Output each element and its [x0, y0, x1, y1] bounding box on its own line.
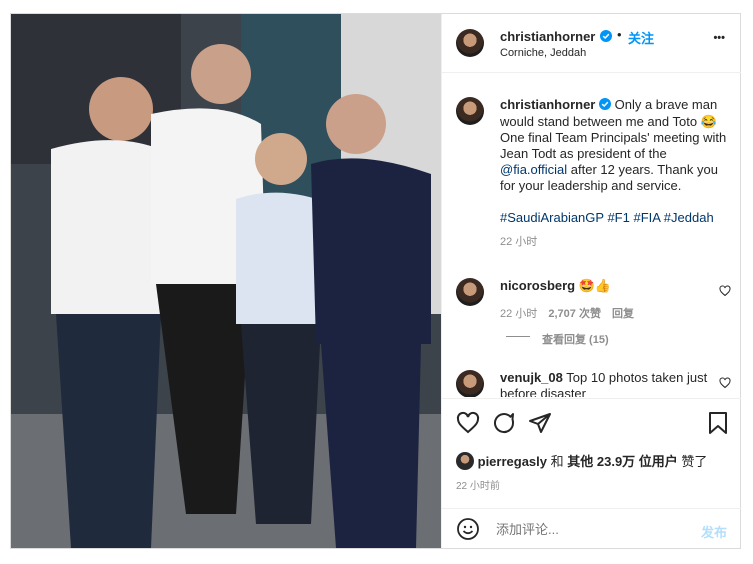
comment-avatar[interactable]	[456, 370, 484, 397]
caption-verified-icon	[598, 98, 611, 114]
view-replies-button[interactable]: 查看回复 (15)	[542, 331, 609, 347]
post-photo[interactable]	[11, 14, 441, 548]
comment-like-heart-icon[interactable]	[719, 376, 731, 394]
post-header: christianhorner • 关注 Corniche, Jeddah ••…	[442, 14, 741, 73]
comment-likes[interactable]: 2,707 次赞	[548, 308, 601, 320]
comment-username[interactable]: nicorosberg	[500, 278, 575, 293]
likes-others-button[interactable]: 其他 23.9万 位用户	[567, 454, 678, 469]
comment-avatar[interactable]	[456, 278, 484, 306]
add-comment-bar: 发布	[442, 508, 741, 549]
emoji-smiley-icon[interactable]	[456, 517, 480, 546]
post-location[interactable]: Corniche, Jeddah	[500, 47, 586, 59]
comment-item: venujk_08 Top 10 photos taken just befor…	[442, 367, 741, 397]
caption-avatar[interactable]	[456, 97, 484, 125]
bookmark-icon[interactable]	[707, 411, 729, 440]
like-heart-icon[interactable]	[456, 411, 480, 440]
author-username[interactable]: christianhorner	[500, 29, 595, 44]
comment-body: nicorosberg 🤩👍	[500, 278, 611, 294]
caption-block: christianhorner Only a brave man would s…	[442, 94, 741, 254]
post-side-panel: christianhorner • 关注 Corniche, Jeddah ••…	[441, 14, 741, 548]
caption-time: 22 小时	[500, 236, 538, 248]
post-comment-button[interactable]: 发布	[701, 522, 727, 541]
post-actions-section: pierregasly 和 其他 23.9万 位用户 赞了 22 小时前	[442, 398, 741, 509]
replies-divider	[506, 336, 530, 337]
comment-username[interactable]: venujk_08	[500, 370, 563, 385]
likes-summary: pierregasly 和 其他 23.9万 位用户 赞了	[456, 451, 707, 470]
liker-username[interactable]: pierregasly	[478, 454, 547, 469]
caption-text-block: christianhorner Only a brave man would s…	[500, 97, 732, 250]
comment-body: venujk_08 Top 10 photos taken just befor…	[500, 370, 716, 397]
follow-button[interactable]: 关注	[628, 28, 654, 47]
comment-item: nicorosberg 🤩👍 22 小时 2,707 次赞 回复 查看回复 (1…	[442, 276, 741, 356]
comment-meta: 22 小时 2,707 次赞 回复	[500, 305, 634, 321]
liker-avatar[interactable]	[456, 452, 474, 470]
comment-reply-button[interactable]: 回复	[612, 308, 634, 320]
likes-suffix: 赞了	[681, 454, 708, 469]
comment-bubble-icon[interactable]	[492, 411, 516, 440]
likes-and: 和	[550, 454, 564, 469]
header-separator: •	[617, 27, 622, 42]
post-time: 22 小时前	[456, 481, 500, 492]
instagram-post: christianhorner • 关注 Corniche, Jeddah ••…	[10, 13, 741, 549]
comment-like-heart-icon[interactable]	[719, 284, 731, 302]
comment-text: 🤩👍	[578, 278, 612, 293]
photo-illustration	[11, 14, 441, 548]
caption-mention-link[interactable]: @fia.official	[500, 162, 567, 177]
verified-badge-icon	[600, 29, 612, 47]
comment-time: 22 小时	[500, 308, 538, 320]
caption-username[interactable]: christianhorner	[500, 97, 595, 112]
author-avatar[interactable]	[456, 29, 484, 57]
more-options-icon[interactable]: •••	[713, 32, 725, 44]
caption-hashtags[interactable]: #SaudiArabianGP #F1 #FIA #Jeddah	[500, 210, 732, 226]
share-send-icon[interactable]	[528, 411, 552, 440]
comment-input[interactable]	[494, 518, 688, 540]
